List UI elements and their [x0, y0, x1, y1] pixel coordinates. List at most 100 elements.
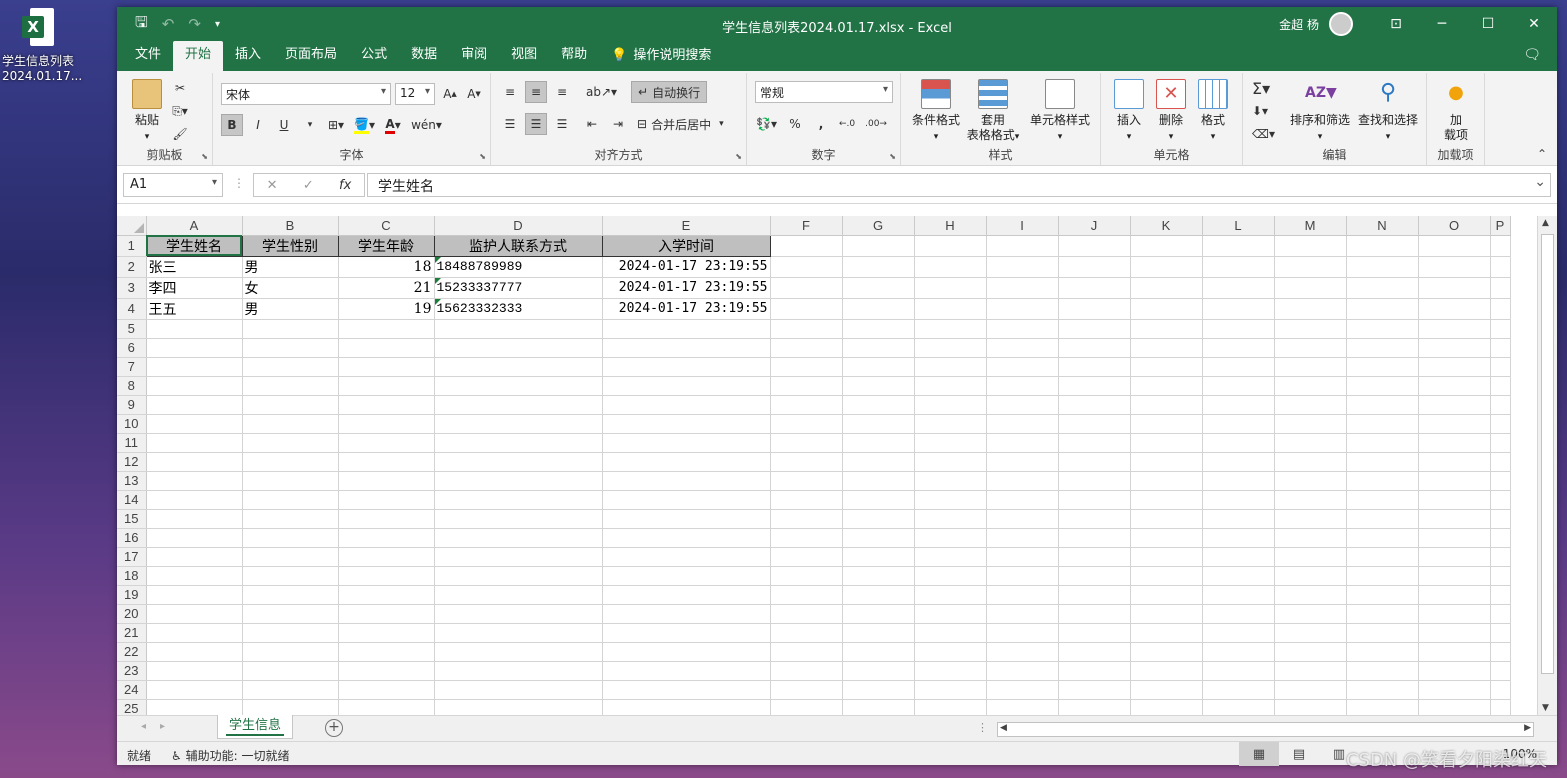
- column-header[interactable]: P: [1490, 216, 1511, 236]
- underline-button[interactable]: U: [273, 114, 295, 136]
- tab-home[interactable]: 开始: [173, 41, 224, 71]
- cell[interactable]: [434, 585, 603, 605]
- cell[interactable]: [914, 604, 987, 624]
- tab-view[interactable]: 视图: [499, 41, 549, 71]
- cell[interactable]: [1130, 319, 1203, 339]
- cell[interactable]: [1202, 357, 1275, 377]
- cell[interactable]: [1418, 680, 1491, 700]
- cell[interactable]: [842, 661, 915, 681]
- cell[interactable]: [1490, 699, 1511, 715]
- enter-icon[interactable]: ✓: [303, 178, 314, 193]
- cell[interactable]: [1202, 509, 1275, 529]
- scroll-down-icon[interactable]: ▼: [1542, 703, 1549, 713]
- cell[interactable]: [1346, 471, 1419, 491]
- cell[interactable]: [242, 433, 339, 453]
- user-name[interactable]: 金超 杨: [1279, 16, 1319, 33]
- cell[interactable]: [1490, 376, 1511, 396]
- paste-button[interactable]: 粘贴 ▾: [127, 79, 167, 145]
- cell[interactable]: [1418, 604, 1491, 624]
- cell[interactable]: [1202, 623, 1275, 643]
- cell[interactable]: [1418, 509, 1491, 529]
- clear-icon[interactable]: ⌫▾: [1249, 123, 1278, 145]
- cell[interactable]: [1058, 395, 1131, 415]
- cell[interactable]: [1058, 566, 1131, 586]
- cell[interactable]: [602, 585, 771, 605]
- header-cell[interactable]: 监护人联系方式: [433, 234, 603, 257]
- vertical-scrollbar[interactable]: ▲ ▼: [1537, 216, 1557, 715]
- cell[interactable]: [338, 319, 435, 339]
- cell[interactable]: [1130, 623, 1203, 643]
- select-all-corner[interactable]: [117, 216, 147, 236]
- cell[interactable]: [1130, 699, 1203, 715]
- insert-cells-button[interactable]: 插入 ▾: [1109, 79, 1149, 145]
- cell[interactable]: [434, 414, 603, 434]
- cell[interactable]: [770, 277, 843, 299]
- row-header[interactable]: 25: [117, 699, 147, 715]
- cancel-icon[interactable]: ✕: [267, 178, 278, 193]
- cell[interactable]: [1346, 585, 1419, 605]
- cell[interactable]: [842, 490, 915, 510]
- cell[interactable]: [1202, 277, 1275, 299]
- cell[interactable]: [914, 235, 987, 257]
- cell[interactable]: [842, 319, 915, 339]
- scroll-right-icon[interactable]: ▶: [1524, 723, 1531, 733]
- cell[interactable]: [1274, 623, 1347, 643]
- cell[interactable]: [1202, 566, 1275, 586]
- cell[interactable]: [1058, 604, 1131, 624]
- cell[interactable]: [986, 680, 1059, 700]
- header-cell[interactable]: 学生年龄: [337, 234, 435, 257]
- increase-font-icon[interactable]: A ▲: [439, 83, 461, 105]
- cell[interactable]: [770, 699, 843, 715]
- cell[interactable]: [914, 509, 987, 529]
- cell[interactable]: [1058, 585, 1131, 605]
- data-cell[interactable]: 21: [338, 277, 435, 299]
- cell[interactable]: [1058, 509, 1131, 529]
- cell[interactable]: [1490, 357, 1511, 377]
- scroll-up-icon[interactable]: ▲: [1542, 218, 1549, 228]
- cell[interactable]: [434, 509, 603, 529]
- cell[interactable]: [770, 433, 843, 453]
- comments-icon[interactable]: 🗨: [1523, 47, 1541, 63]
- cell[interactable]: [242, 680, 339, 700]
- cell[interactable]: [242, 376, 339, 396]
- close-icon[interactable]: ✕: [1511, 7, 1557, 41]
- cell[interactable]: [1346, 433, 1419, 453]
- cell[interactable]: [914, 490, 987, 510]
- cell[interactable]: [770, 357, 843, 377]
- cell[interactable]: [1346, 623, 1419, 643]
- cell[interactable]: [914, 547, 987, 567]
- cell[interactable]: [146, 547, 243, 567]
- cell[interactable]: [842, 604, 915, 624]
- row-header[interactable]: 3: [117, 277, 147, 299]
- cell[interactable]: [1274, 642, 1347, 662]
- cell[interactable]: [1202, 604, 1275, 624]
- cell[interactable]: [986, 338, 1059, 358]
- cell[interactable]: [770, 623, 843, 643]
- cell[interactable]: [1346, 319, 1419, 339]
- cell[interactable]: [146, 604, 243, 624]
- cell[interactable]: [1418, 338, 1491, 358]
- cell[interactable]: [1346, 547, 1419, 567]
- cell[interactable]: [842, 585, 915, 605]
- cell[interactable]: [1490, 680, 1511, 700]
- font-size-select[interactable]: 12: [395, 83, 435, 105]
- cell[interactable]: [434, 357, 603, 377]
- cell[interactable]: [434, 547, 603, 567]
- cell[interactable]: [1130, 490, 1203, 510]
- cell[interactable]: [146, 319, 243, 339]
- cell[interactable]: [1346, 395, 1419, 415]
- cell[interactable]: [842, 433, 915, 453]
- cell[interactable]: [338, 376, 435, 396]
- cell[interactable]: [770, 585, 843, 605]
- cell[interactable]: [602, 414, 771, 434]
- row-header[interactable]: 17: [117, 547, 147, 567]
- cell[interactable]: [1274, 509, 1347, 529]
- tell-me-search[interactable]: 💡 操作说明搜索: [599, 41, 723, 71]
- cell[interactable]: [1490, 471, 1511, 491]
- column-header[interactable]: J: [1058, 216, 1131, 236]
- cell[interactable]: [1058, 623, 1131, 643]
- cell[interactable]: [986, 277, 1059, 299]
- cell[interactable]: [434, 699, 603, 715]
- cell[interactable]: [842, 699, 915, 715]
- row-header[interactable]: 24: [117, 680, 147, 700]
